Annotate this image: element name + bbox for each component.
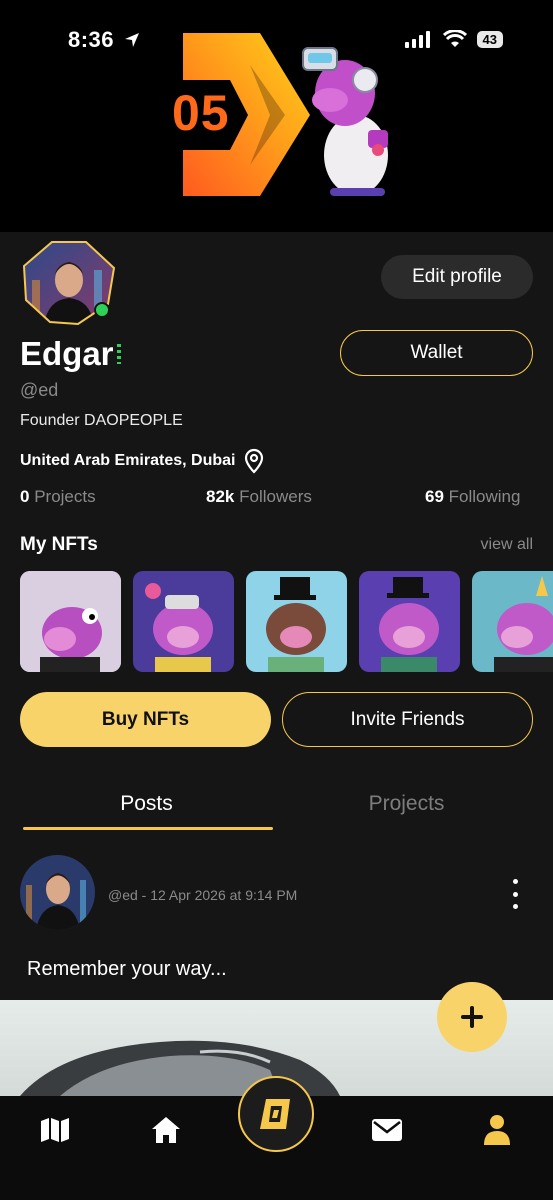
location-arrow-icon (125, 33, 139, 47)
profile-handle: @ed (20, 380, 59, 400)
plus-icon (461, 1006, 483, 1028)
post-meta: @ed - 12 Apr 2026 at 9:14 PM (108, 887, 298, 903)
mail-icon (372, 1119, 402, 1141)
status-indicators: 43 (404, 30, 503, 48)
nav-profile[interactable] (477, 1110, 517, 1150)
nft-thumbnail[interactable] (133, 571, 234, 672)
online-status-dot (94, 302, 110, 318)
location-pin-icon (245, 448, 264, 474)
post-author-avatar[interactable] (20, 855, 95, 930)
bottom-navigation (0, 1076, 553, 1200)
projects-label: Projects (34, 487, 96, 506)
nft-carousel[interactable] (20, 571, 553, 672)
wifi-icon (442, 30, 467, 47)
following-count: 69 (425, 487, 444, 506)
projects-count: 0 (20, 487, 30, 506)
banner-badge-number: 05 (168, 88, 234, 138)
nav-home[interactable] (146, 1110, 186, 1150)
invite-friends-button[interactable]: Invite Friends (282, 692, 533, 747)
tab-posts[interactable]: Posts (20, 792, 273, 816)
followers-count: 82k (206, 487, 235, 506)
status-time: 8:36 (68, 27, 115, 52)
tab-projects[interactable]: Projects (280, 792, 533, 816)
map-icon (41, 1118, 69, 1142)
profile-icon (484, 1115, 510, 1145)
profile-panel: Edit profile Edgar Wallet @ed Founder DA… (0, 232, 553, 1096)
profile-banner: 8:36 43 05 (0, 0, 553, 232)
post-text: Remember your way... (27, 958, 227, 980)
nft-thumbnail[interactable] (20, 571, 121, 672)
nft-thumbnail[interactable] (359, 571, 460, 672)
profile-name: Edgar (20, 335, 114, 372)
profile-bio: Founder DAOPEOPLE (20, 412, 183, 429)
dao-logo-icon (260, 1099, 290, 1129)
nav-messages[interactable] (367, 1110, 407, 1150)
followers-label: Followers (239, 487, 312, 506)
nav-map[interactable] (35, 1110, 75, 1150)
status-dots-icon (117, 344, 121, 364)
post-more-options-icon[interactable] (505, 879, 525, 909)
stat-projects[interactable]: 0 Projects (20, 487, 96, 507)
active-tab-indicator (23, 827, 273, 830)
following-label: Following (448, 487, 521, 506)
home-icon (152, 1117, 180, 1143)
location-text: United Arab Emirates, Dubai (20, 452, 236, 469)
wallet-button[interactable]: Wallet (340, 330, 533, 376)
view-all-link[interactable]: view all (481, 536, 533, 554)
nav-dao-center[interactable] (238, 1076, 314, 1152)
profile-location: United Arab Emirates, Dubai (20, 448, 265, 474)
signal-icon (404, 31, 430, 48)
mascot-character (302, 47, 388, 196)
stat-following[interactable]: 69 Following (425, 487, 520, 507)
profile-avatar[interactable] (22, 240, 116, 326)
add-post-button[interactable] (437, 982, 507, 1052)
battery-indicator: 43 (476, 30, 503, 48)
stat-followers[interactable]: 82k Followers (206, 487, 312, 507)
edit-profile-button[interactable]: Edit profile (381, 255, 533, 299)
nft-thumbnail[interactable] (246, 571, 347, 672)
buy-nfts-button[interactable]: Buy NFTs (20, 692, 271, 747)
my-nfts-title: My NFTs (20, 534, 98, 555)
nft-thumbnail[interactable] (472, 571, 553, 672)
